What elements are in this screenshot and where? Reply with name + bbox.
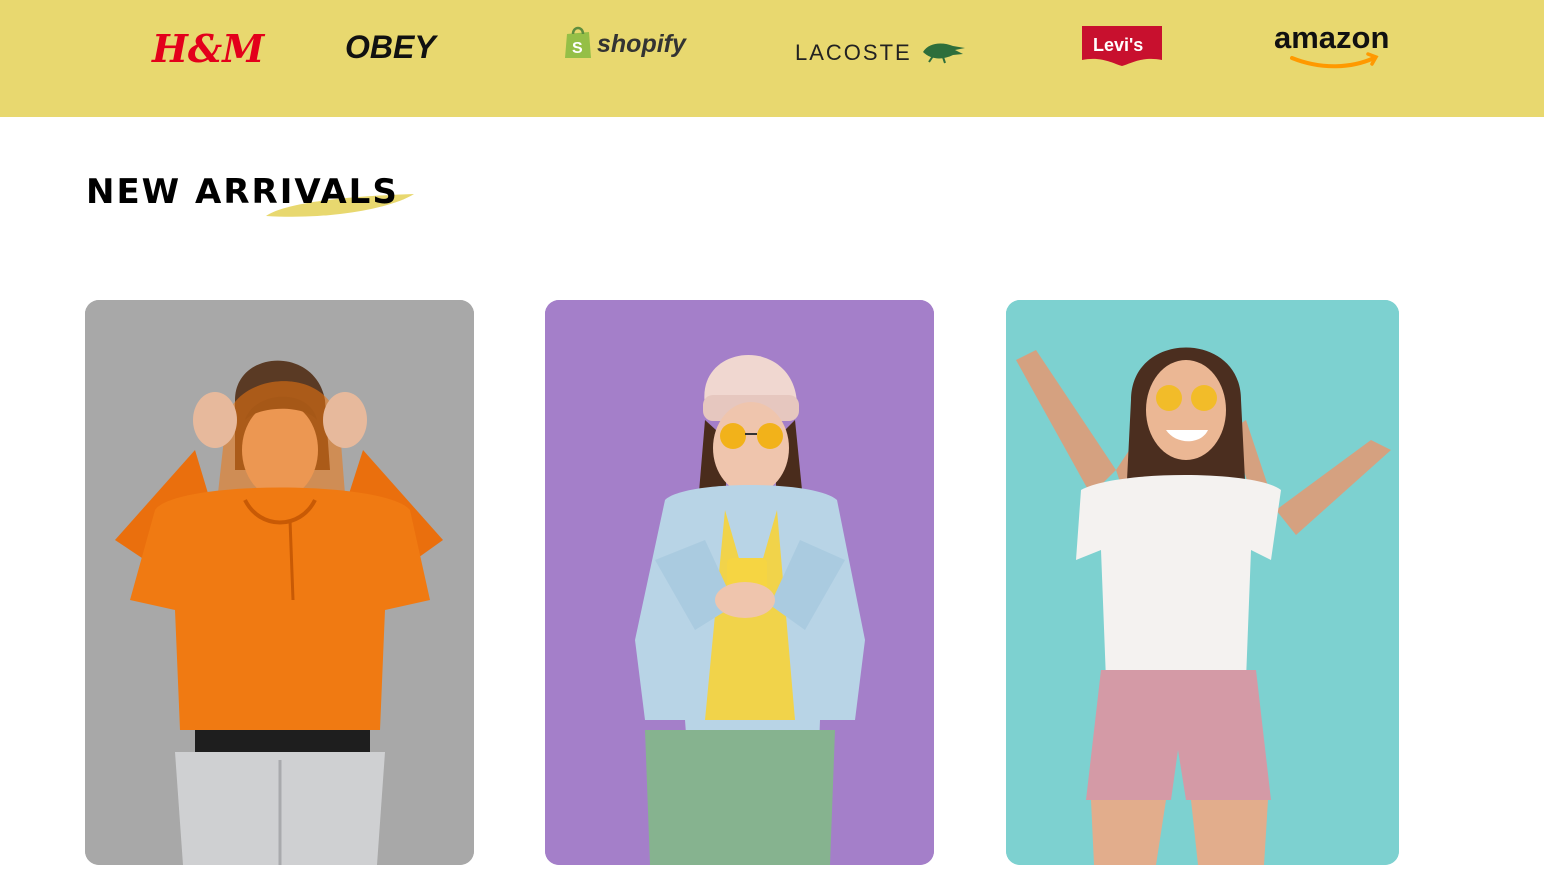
section-title: NEW ARRIVALS [86, 170, 446, 230]
shopify-bag-icon: S [565, 26, 591, 58]
product-photo-orange-hoodie [85, 300, 474, 865]
brand-logo-shopify[interactable]: S shopify [563, 24, 693, 64]
svg-text:shopify: shopify [597, 30, 687, 58]
brand-logo-hm[interactable]: H&M [150, 22, 265, 71]
svg-text:Levi's: Levi's [1093, 35, 1143, 55]
svg-text:OBEY: OBEY [345, 29, 438, 65]
product-photo-white-tee [1006, 300, 1399, 865]
product-card[interactable] [1006, 300, 1399, 865]
brand-logo-levis[interactable]: Levi's [1082, 26, 1162, 66]
section-title-text: NEW ARRIVALS [86, 172, 399, 212]
svg-text:H&M: H&M [151, 26, 265, 71]
brand-logo-obey[interactable]: OBEY [343, 26, 439, 66]
svg-text:LACOSTE: LACOSTE [795, 40, 912, 65]
brand-logo-lacoste[interactable]: LACOSTE [793, 34, 969, 68]
product-card[interactable] [85, 300, 474, 865]
svg-text:amazon: amazon [1274, 20, 1389, 55]
product-photo-denim-jacket [545, 300, 934, 865]
amazon-smile-icon [1290, 56, 1376, 69]
svg-text:S: S [572, 40, 583, 57]
product-card[interactable] [545, 300, 934, 865]
brand-bar: H&M OBEY S shopify LACOSTE Levi's amazon [0, 0, 1544, 117]
brand-logo-amazon[interactable]: amazon [1272, 18, 1398, 70]
crocodile-icon [923, 43, 965, 64]
